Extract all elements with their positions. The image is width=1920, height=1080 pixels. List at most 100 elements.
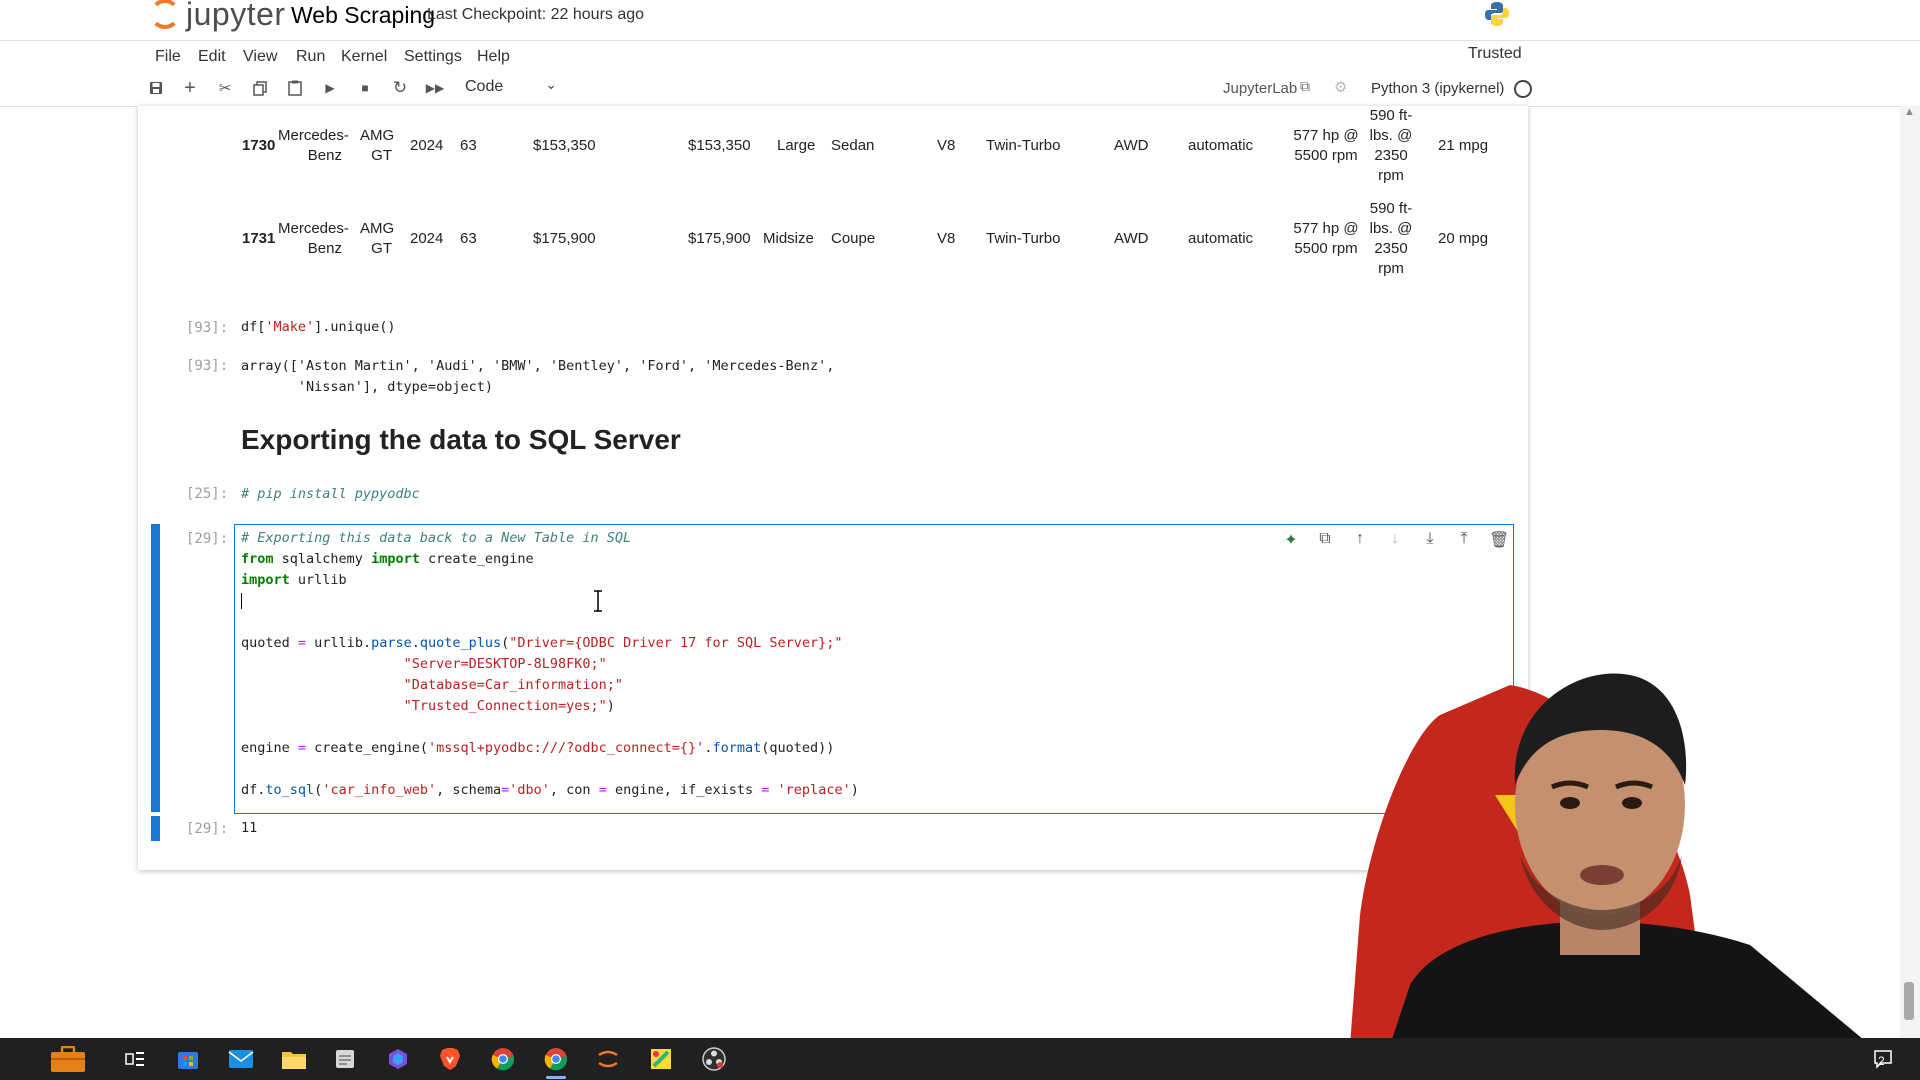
model-line: GT: [371, 240, 392, 257]
chrome-active-icon[interactable]: [538, 1043, 574, 1079]
notebook-title[interactable]: Web Scraping: [291, 2, 435, 29]
code-token: engine, if_exists: [606, 782, 762, 798]
cell-29-code-editor[interactable]: # Exporting this data back to a New Tabl…: [241, 528, 859, 801]
insert-below-icon[interactable]: ⤓: [1420, 530, 1440, 548]
save-icon[interactable]: [143, 74, 169, 102]
fast-forward-icon[interactable]: ▶▶: [422, 74, 448, 102]
mail-icon[interactable]: [223, 1043, 259, 1075]
code-operator: =: [297, 740, 307, 756]
move-down-icon[interactable]: ↓: [1385, 530, 1405, 548]
menu-settings[interactable]: Settings: [404, 48, 462, 66]
year-cell: 2024: [410, 137, 444, 154]
cell-type-dropdown[interactable]: Code ⌄: [465, 76, 557, 96]
torque-line: rpm: [1378, 260, 1404, 277]
jupyter-app-icon[interactable]: [590, 1043, 626, 1075]
run-icon[interactable]: ▶: [317, 74, 343, 102]
trusted-indicator[interactable]: Trusted: [1468, 45, 1522, 63]
code-token: df[: [241, 319, 266, 335]
page-scrollbar[interactable]: ▲: [1900, 106, 1920, 1040]
code-token: (quoted)): [761, 740, 835, 756]
code-operator: =: [297, 635, 307, 651]
row-index: 1730: [242, 137, 276, 154]
delete-cell-icon[interactable]: 🗑: [1489, 530, 1509, 550]
torque-line: 590 ft-: [1369, 200, 1413, 217]
notebook-panel: 1730 Mercedes- Benz AMG GT 2024 63 $153,35…: [138, 106, 1528, 870]
cell-93-output-prompt: [93]:: [186, 358, 229, 374]
price2-cell: $175,900: [688, 230, 751, 247]
insert-above-icon[interactable]: ⤒: [1454, 530, 1474, 548]
code-string: "Trusted_Connection=yes;": [403, 698, 607, 714]
engine-cell: V8: [937, 137, 956, 154]
model-cell: AMG GT: [360, 219, 394, 259]
chrome-icon[interactable]: [485, 1043, 521, 1075]
external-link-icon[interactable]: ⧉: [1300, 78, 1310, 95]
restart-icon[interactable]: ↻: [387, 74, 413, 102]
turbo-cell: Twin-Turbo: [986, 230, 1061, 247]
task-view-icon[interactable]: [117, 1043, 153, 1075]
code-token: ].unique(): [314, 319, 396, 335]
cell-29-output: 11: [241, 820, 258, 836]
cut-icon[interactable]: ✂: [212, 74, 238, 102]
code-token: .: [411, 635, 420, 651]
menu-kernel[interactable]: Kernel: [341, 48, 387, 66]
hp-line: 5500 rpm: [1294, 240, 1358, 257]
paste-icon[interactable]: [282, 74, 308, 102]
copy-icon[interactable]: [247, 74, 273, 102]
code-attr: parse: [371, 635, 412, 651]
code-token: quoted: [241, 635, 298, 651]
cell-type-value: Code: [465, 78, 504, 95]
size-cell: Large: [777, 137, 816, 154]
brave-icon[interactable]: [432, 1043, 468, 1075]
kernel-name[interactable]: Python 3 (ipykernel): [1371, 80, 1504, 97]
model-cell: AMG GT: [360, 126, 394, 166]
menu-run[interactable]: Run: [296, 48, 325, 66]
file-explorer-icon[interactable]: [276, 1043, 312, 1075]
menu-view[interactable]: View: [243, 48, 277, 66]
code-string: 'dbo': [509, 782, 550, 798]
menu-file[interactable]: File: [155, 48, 181, 66]
code-string: 'mssql+pyodbc:///?odbc_connect={}': [427, 740, 705, 756]
ai-sparkle-icon[interactable]: ✦: [1281, 530, 1301, 550]
paint-icon[interactable]: [643, 1043, 679, 1075]
notification-count: 2: [1878, 1054, 1885, 1068]
style-cell: Coupe: [831, 230, 876, 247]
torque-line: 2350: [1374, 240, 1408, 257]
notepad-icon[interactable]: [327, 1043, 363, 1075]
torque-line: lbs. @: [1369, 127, 1413, 144]
files-app-icon[interactable]: [48, 1043, 88, 1075]
windows-taskbar: 2: [0, 1038, 1920, 1080]
duplicate-cell-icon[interactable]: ⧉: [1315, 530, 1335, 548]
code-token: create_engine: [419, 551, 534, 567]
notebook-toolbar: + ✂ ▶ ■ ↻ ▶▶ Code ⌄ JupyterLab ⧉ ⚙ Pytho…: [0, 74, 1920, 107]
turbo-cell: Twin-Turbo: [986, 137, 1061, 154]
jupyterlab-link[interactable]: JupyterLab: [1223, 80, 1297, 97]
obs-icon[interactable]: [696, 1043, 732, 1075]
cell-29-prompt: [29]:: [186, 531, 229, 547]
move-up-icon[interactable]: ↑: [1350, 530, 1370, 548]
style-cell: Sedan: [831, 137, 875, 154]
active-cell-indicator: [151, 524, 160, 812]
col4-cell: 63: [460, 230, 477, 247]
code-string: "Database=Car_information;": [403, 677, 624, 693]
gear-icon[interactable]: ⚙: [1334, 78, 1347, 96]
store-icon[interactable]: [170, 1043, 206, 1075]
cell-25-code[interactable]: # pip install pypyodbc: [241, 484, 420, 505]
code-attr: to_sql: [265, 782, 315, 798]
scroll-up-icon[interactable]: ▲: [1904, 106, 1915, 118]
stop-icon[interactable]: ■: [352, 74, 378, 102]
copilot-icon[interactable]: [380, 1043, 416, 1075]
code-token: create_engine(: [306, 740, 428, 756]
code-token: , schema: [436, 782, 502, 798]
mpg-cell: 21 mpg: [1438, 137, 1489, 154]
code-token: 'Make': [265, 319, 315, 335]
scrollbar-thumb[interactable]: [1904, 982, 1914, 1020]
model-line: GT: [371, 147, 392, 164]
make-cell: Mercedes- Benz: [278, 219, 349, 259]
jupyter-logo[interactable]: jupyter: [150, 0, 286, 34]
menu-edit[interactable]: Edit: [198, 48, 226, 66]
cell-93-code[interactable]: df['Make'].unique(): [241, 317, 395, 338]
make-line: Benz: [307, 240, 342, 257]
make-line: Mercedes-: [278, 220, 349, 237]
menu-help[interactable]: Help: [477, 48, 510, 66]
add-cell-icon[interactable]: +: [177, 74, 203, 102]
